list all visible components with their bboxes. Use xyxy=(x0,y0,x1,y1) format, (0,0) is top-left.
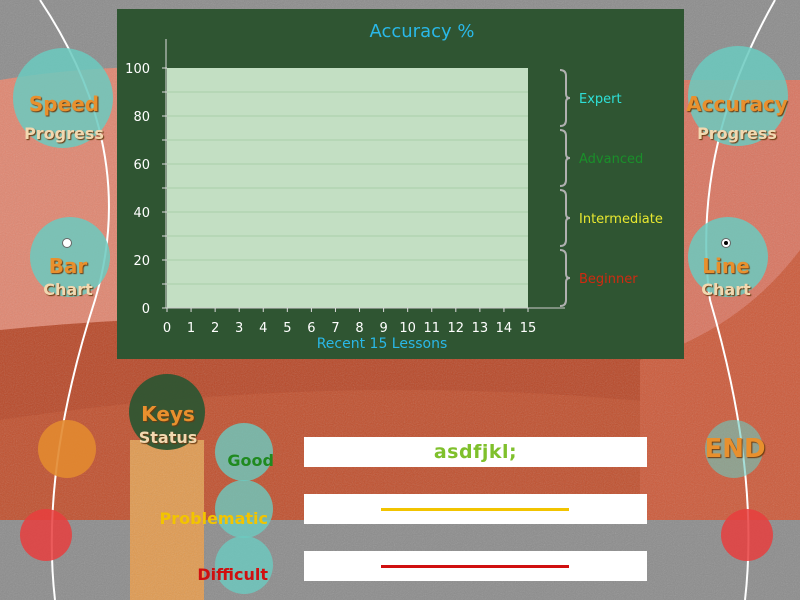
line-label[interactable]: Line xyxy=(686,254,766,278)
orange-decor-circle xyxy=(38,420,96,478)
level-bracket xyxy=(559,129,571,187)
level-label-intermediate: Intermediate xyxy=(579,212,663,227)
difficult-label: Difficult xyxy=(197,565,268,584)
x-tick-label: 0 xyxy=(163,321,171,336)
x-tick-label: 9 xyxy=(379,321,387,336)
x-axis-label: Recent 15 Lessons xyxy=(317,336,448,352)
y-tick-label: 0 xyxy=(142,302,150,317)
difficult-keys-box xyxy=(304,551,647,581)
y-tick-label: 80 xyxy=(133,110,150,125)
problematic-label: Problematic xyxy=(159,509,268,528)
x-tick-label: 8 xyxy=(355,321,363,336)
level-label-beginner: Beginner xyxy=(579,272,638,287)
line-chart-radio[interactable] xyxy=(721,238,731,248)
problematic-keys-box xyxy=(304,494,647,524)
x-tick-label: 13 xyxy=(472,321,489,336)
x-tick-label: 4 xyxy=(259,321,267,336)
x-tick-label: 12 xyxy=(448,321,465,336)
end-button[interactable]: END xyxy=(690,434,780,464)
bar-chart-radio[interactable] xyxy=(62,238,72,248)
accuracy-label[interactable]: Accuracy xyxy=(685,92,789,116)
good-keys-text: asdfjkl; xyxy=(433,441,518,463)
level-label-expert: Expert xyxy=(579,92,622,107)
problematic-keys-line xyxy=(381,508,569,511)
y-tick-label: 20 xyxy=(133,254,150,269)
y-tick-label: 100 xyxy=(125,62,150,77)
difficult-keys-line xyxy=(381,565,569,568)
accuracy-chart: Accuracy %0204060801000 1 2 3 4 5 6 7 8 9 10 11 12 13… xyxy=(125,21,663,352)
speed-progress-label[interactable]: Progress xyxy=(14,124,114,143)
bar-label[interactable]: Bar xyxy=(28,254,108,278)
accuracy-progress-label[interactable]: Progress xyxy=(685,124,789,143)
level-bracket xyxy=(559,189,571,247)
red-decor-circle-right xyxy=(721,509,773,561)
speed-label[interactable]: Speed xyxy=(14,92,114,116)
x-tick-label: 15 xyxy=(520,321,537,336)
keys-status-label[interactable]: Status xyxy=(128,428,208,447)
x-tick-label: 14 xyxy=(496,321,513,336)
level-bracket xyxy=(559,249,571,307)
y-tick-label: 60 xyxy=(133,158,150,173)
x-tick-label: 7 xyxy=(331,321,339,336)
level-bracket xyxy=(559,69,571,127)
chart-panel: Accuracy % 0 20 40 60 80 100 0 1 2 3 4 5 6 7 8 9 10 11 12 13… xyxy=(117,9,684,359)
x-tick-label: 2 xyxy=(211,321,219,336)
line-chart-label[interactable]: Chart xyxy=(686,280,766,299)
bar-chart-label[interactable]: Chart xyxy=(28,280,108,299)
keys-label[interactable]: Keys xyxy=(128,402,208,426)
chart-title: Accuracy % xyxy=(369,21,474,42)
y-tick-label: 40 xyxy=(133,206,150,221)
level-label-advanced: Advanced xyxy=(579,152,643,167)
x-tick-label: 5 xyxy=(283,321,291,336)
x-tick-label: 6 xyxy=(307,321,315,336)
x-tick-label: 10 xyxy=(399,321,416,336)
x-tick-label: 1 xyxy=(187,321,195,336)
good-label: Good xyxy=(227,451,274,470)
x-tick-label: 11 xyxy=(423,321,440,336)
x-tick-label: 3 xyxy=(235,321,243,336)
red-decor-circle-left xyxy=(20,509,72,561)
good-keys-box: asdfjkl; xyxy=(304,437,647,467)
